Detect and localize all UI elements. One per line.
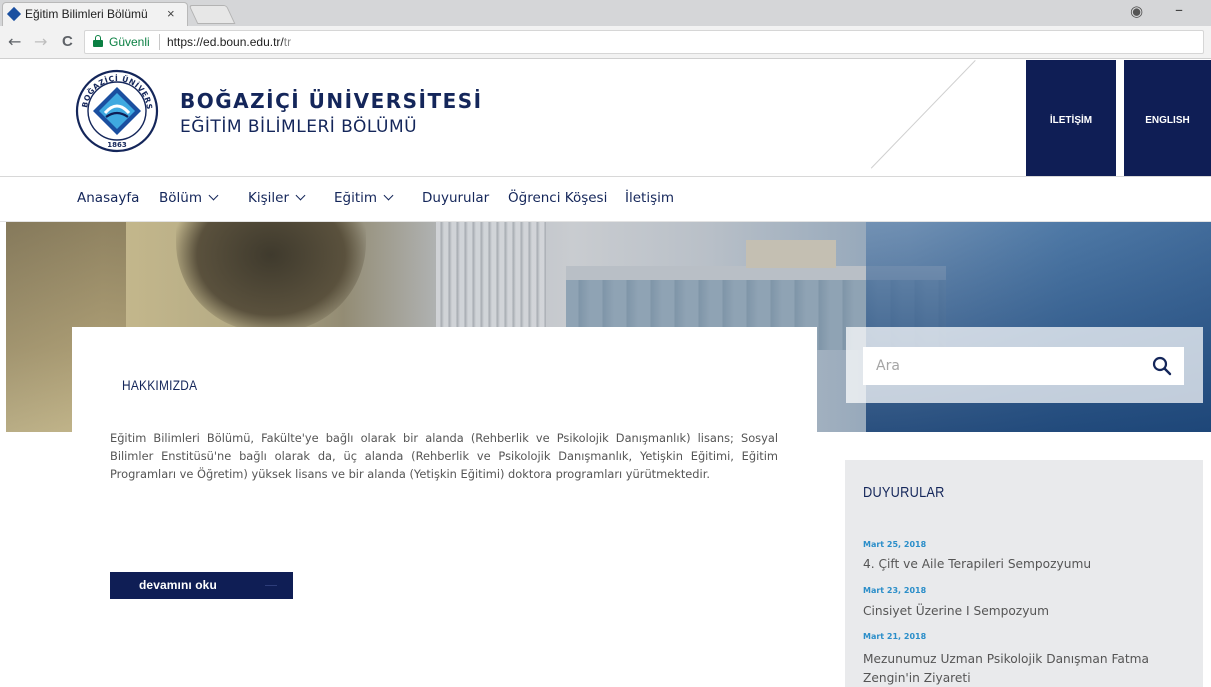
site-favicon-icon xyxy=(6,6,22,22)
nav-item-label: Duyurular xyxy=(422,190,490,206)
english-button[interactable]: ENGLISH xyxy=(1124,60,1211,176)
nav-item-bolum[interactable]: Bölüm xyxy=(159,190,219,206)
chevron-down-icon xyxy=(208,190,219,201)
forward-arrow-icon[interactable]: → xyxy=(34,32,47,51)
url-separator xyxy=(159,34,160,50)
chevron-down-icon xyxy=(295,190,306,201)
nav-item-anasayfa[interactable]: Anasayfa xyxy=(77,190,139,206)
browser-toolbar: ← → C Güvenli https://ed.boun.edu.tr/tr xyxy=(0,26,1211,59)
nav-item-label: İletişim xyxy=(625,190,675,206)
tab-close-icon[interactable]: × xyxy=(167,6,175,21)
decorative-divider xyxy=(870,60,976,169)
new-tab-button[interactable] xyxy=(188,5,236,24)
tab-title: Eğitim Bilimleri Bölümü xyxy=(25,7,148,21)
url-host: https://ed.boun.edu.tr/ xyxy=(167,35,284,49)
university-name: BOĞAZİÇİ ÜNİVERSİTESİ xyxy=(180,89,483,113)
announcement-link[interactable]: Mezunumuz Uzman Psikolojik Danışman Fatm… xyxy=(863,650,1183,687)
nav-item-ogrenci-kosesi[interactable]: Öğrenci Köşesi xyxy=(508,190,607,206)
profile-icon[interactable]: ◉ xyxy=(1130,2,1143,20)
about-text: Eğitim Bilimleri Bölümü, Fakülte'ye bağl… xyxy=(110,431,778,481)
announcement-link[interactable]: 4. Çift ve Aile Terapileri Sempozyumu xyxy=(863,555,1183,574)
url-text: https://ed.boun.edu.tr/tr xyxy=(167,35,291,49)
about-section: HAKKIMIZDA Eğitim Bilimleri Bölümü, Fakü… xyxy=(72,327,817,687)
announcement-link[interactable]: Cinsiyet Üzerine I Sempozyum xyxy=(863,602,1183,621)
hero-rooftop-hut xyxy=(746,240,836,268)
announcement-date: Mart 23, 2018 xyxy=(863,586,927,595)
nav-item-kisiler[interactable]: Kişiler xyxy=(248,190,306,206)
search-icon[interactable] xyxy=(1152,356,1172,376)
address-bar[interactable]: Güvenli https://ed.boun.edu.tr/tr xyxy=(84,30,1204,54)
announcement-date: Mart 21, 2018 xyxy=(863,632,927,641)
nav-item-iletisim[interactable]: İletişim xyxy=(625,190,674,206)
nav-item-label: Eğitim xyxy=(334,190,378,206)
lock-icon xyxy=(93,35,103,47)
search-box xyxy=(846,327,1203,403)
hero-statue xyxy=(176,222,366,332)
browser-tab[interactable]: Eğitim Bilimleri Bölümü × xyxy=(2,2,188,26)
nav-item-label: Kişiler xyxy=(248,190,289,206)
contact-button[interactable]: İLETİŞİM xyxy=(1026,60,1116,176)
announcements-heading: DUYURULAR xyxy=(863,484,945,501)
read-more-label: devamını oku xyxy=(139,578,217,592)
site-header: BOĞAZİÇİ ÜNİVERSİTESİ 1863 BOĞAZİÇİ ÜNİV… xyxy=(0,60,1211,176)
nav-item-label: Bölüm xyxy=(159,190,202,206)
nav-item-duyurular[interactable]: Duyurular xyxy=(422,190,489,206)
contact-button-label: İLETİŞİM xyxy=(1049,114,1093,126)
university-logo[interactable]: BOĞAZİÇİ ÜNİVERSİTESİ 1863 xyxy=(75,69,159,153)
search-input[interactable] xyxy=(863,347,1184,385)
secure-label: Güvenli xyxy=(109,35,150,49)
nav-item-label: Öğrenci Köşesi xyxy=(508,190,608,206)
main-navigation: Anasayfa Bölüm Kişiler Eğitim Duyurular … xyxy=(0,177,1211,222)
announcement-date: Mart 25, 2018 xyxy=(863,540,927,549)
department-name: EĞİTİM BİLİMLERİ BÖLÜMÜ xyxy=(180,117,418,137)
browser-tab-bar: Eğitim Bilimleri Bölümü × ◉ – xyxy=(0,0,1211,26)
announcements-panel: DUYURULAR Mart 25, 2018 4. Çift ve Aile … xyxy=(845,460,1203,687)
back-arrow-icon[interactable]: ← xyxy=(8,32,21,51)
about-heading: HAKKIMIZDA xyxy=(122,377,198,393)
nav-item-egitim[interactable]: Eğitim xyxy=(334,190,394,206)
minimize-window-button[interactable]: – xyxy=(1175,0,1183,19)
english-button-label: ENGLISH xyxy=(1145,114,1190,126)
nav-item-label: Anasayfa xyxy=(77,190,140,206)
reload-icon[interactable]: C xyxy=(62,33,73,50)
chevron-down-icon xyxy=(383,190,394,201)
url-path: tr xyxy=(283,35,292,49)
read-more-button[interactable]: devamını oku xyxy=(110,572,293,599)
logo-year: 1863 xyxy=(107,141,127,149)
